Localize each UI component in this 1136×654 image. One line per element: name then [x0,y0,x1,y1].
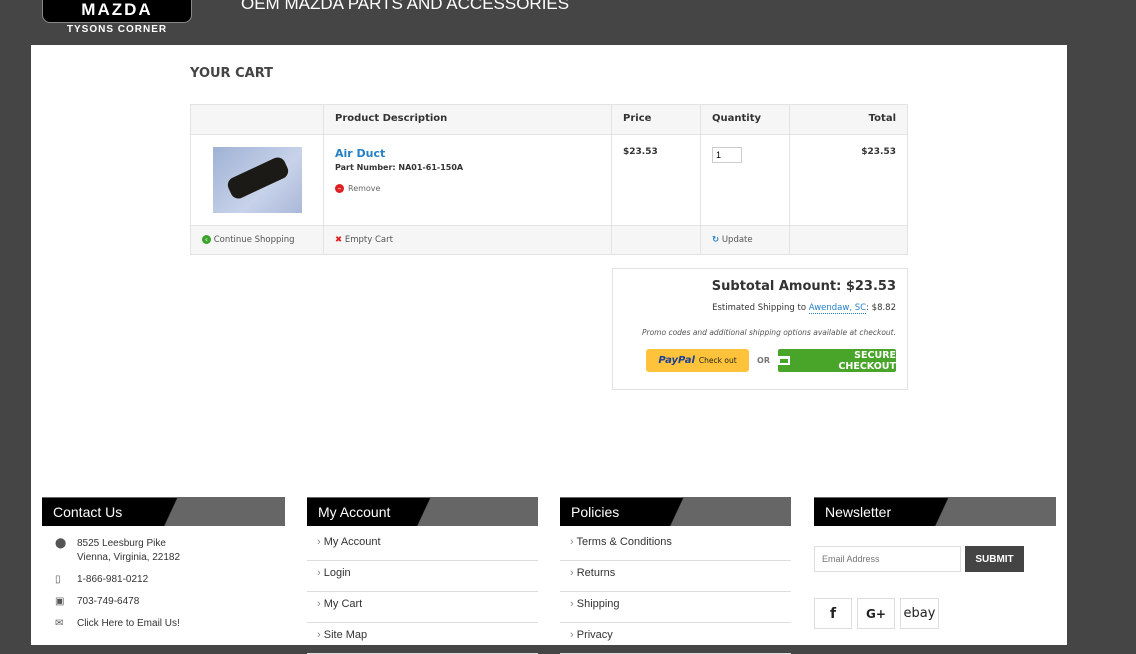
remove-label: Remove [348,184,381,193]
subtotal: Subtotal Amount: $23.53 [711,279,896,294]
account-heading: My Account [307,497,538,526]
logo-subtitle: TYSONS CORNER [66,24,168,35]
empty-cart-button[interactable]: ✖ Empty Cart [323,225,612,255]
google-plus-icon[interactable]: G+ [857,598,895,629]
update-button[interactable]: ↻ Update [700,225,790,255]
refresh-icon: ↻ [712,235,720,245]
arrow-left-icon: ‹ [202,235,211,244]
col-total: Total [789,104,908,135]
newsletter-heading: Newsletter [814,497,1056,526]
quantity-input[interactable] [712,147,742,163]
continue-shopping-button[interactable]: ‹ Continue Shopping [190,225,324,255]
map-pin-icon: ⬤ [55,538,67,549]
table-footer: ‹ Continue Shopping ✖ Empty Cart ↻ Updat… [190,225,908,255]
footer-link-privacy[interactable]: Privacy [560,623,791,654]
secure-checkout-button[interactable]: SECURE CHECKOUT [778,349,896,372]
contact-info: ⬤ 8525 Leesburg Pike Vienna, Virginia, 221… [55,538,180,640]
paypal-logo: PayPal [658,355,695,366]
promo-note: Promo codes and additional shipping opti… [641,328,896,337]
envelope-icon: ✉ [55,618,64,629]
address-line2: Vienna, Virginia, 22182 [77,552,181,563]
tagline: OEM MAZDA PARTS AND ACCESSORIES [241,0,570,13]
col-quantity: Quantity [700,104,790,135]
col-description: Product Description [323,104,612,135]
shipping-location-link[interactable]: Awendaw, SC [808,303,867,314]
cart-table: Product Description Price Quantity Total… [190,104,908,255]
footer-link-my-account[interactable]: My Account [307,530,538,561]
remove-button[interactable]: – Remove [335,184,600,193]
footer-link-shipping[interactable]: Shipping [560,592,791,623]
footer-link-my-cart[interactable]: My Cart [307,592,538,623]
x-icon: ✖ [335,235,343,245]
logo[interactable]: MAZDA [42,0,192,23]
phone-icon: ▯ [55,574,61,585]
part-number: Part Number: NA01-61-150A [335,163,464,172]
email-link[interactable]: Click Here to Email Us! [77,618,180,629]
phone-link[interactable]: 1-866-981-0212 [77,574,148,585]
footer-link-site-map[interactable]: Site Map [307,623,538,654]
fax-icon: ▣ [55,596,65,607]
or-separator: OR [757,356,770,365]
secure-label: SECURE CHECKOUT [838,349,896,372]
continue-label: Continue Shopping [213,235,295,245]
footer-link-login[interactable]: Login [307,561,538,592]
paypal-checkout-button[interactable]: PayPal Check out [646,349,750,372]
fax-number: 703-749-6478 [77,596,140,607]
estimated-shipping: Estimated Shipping to Awendaw, SC: $8.82 [624,303,896,314]
account-links: My Account Login My Cart Site Map [307,530,538,654]
page-title: YOUR CART [190,66,273,81]
col-image [190,104,324,135]
facebook-icon[interactable]: f [814,598,852,629]
policies-heading: Policies [560,497,791,526]
item-total: $23.53 [789,134,908,226]
table-row: Air Duct Part Number: NA01-61-150A – Remo… [190,134,908,226]
shipping-cost: : $8.82 [866,303,896,313]
product-link[interactable]: Air Duct [335,147,600,160]
remove-icon: – [335,184,344,193]
footer-link-returns[interactable]: Returns [560,561,791,592]
contact-heading: Contact Us [42,497,285,526]
col-price: Price [611,104,701,135]
address-line1: 8525 Leesburg Pike [77,538,166,549]
empty-label: Empty Cart [344,235,393,245]
policies-links: Terms & Conditions Returns Shipping Priv… [560,530,791,654]
footer-link-terms[interactable]: Terms & Conditions [560,530,791,561]
item-price: $23.53 [611,134,701,226]
order-summary: Subtotal Amount: $23.53 Estimated Shippi… [612,268,908,390]
paypal-label: Check out [698,356,737,365]
newsletter-email-input[interactable] [814,546,961,572]
table-header: Product Description Price Quantity Total [190,104,908,135]
shipping-label: Estimated Shipping to [712,303,809,313]
credit-card-icon [778,356,790,365]
ebay-icon[interactable]: ebay [900,598,939,629]
newsletter-submit-button[interactable]: SUBMIT [965,546,1024,572]
product-image[interactable] [212,147,302,213]
update-label: Update [721,235,753,245]
